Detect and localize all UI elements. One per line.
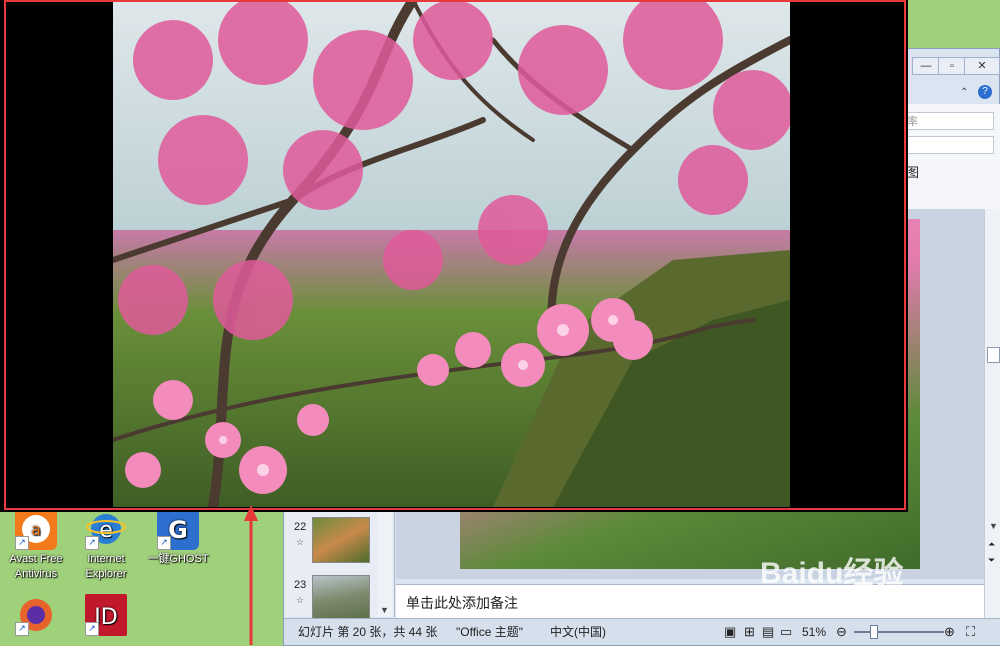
watermark: Baidu经验 jingyan.baidu.com (760, 548, 903, 610)
scroll-down-icon[interactable]: ▼ (989, 521, 998, 531)
firefox-icon: ↗ (15, 594, 57, 636)
reading-view-icon[interactable]: ▤ (762, 619, 774, 645)
slide-thumbnail-image (312, 575, 370, 621)
zoom-out-icon[interactable]: ⊖ (836, 619, 847, 645)
slide-thumbnail-image (312, 517, 370, 563)
zoom-in-icon[interactable]: ⊕ (944, 619, 955, 645)
svg-text:a: a (31, 520, 41, 539)
watermark-url: jingyan.baidu.com (760, 596, 857, 610)
help-icon[interactable]: ? (978, 85, 992, 99)
close-button[interactable]: ✕ (964, 57, 1000, 75)
vertical-scrollbar[interactable]: ▼ ⏶ ⏷ (984, 209, 1000, 619)
scroll-down-icon[interactable]: ▼ (380, 605, 389, 615)
desktop-icon-ghost[interactable]: G ↗ 一键GHOST (138, 508, 218, 567)
notes-placeholder: 单击此处添加备注 (406, 595, 518, 611)
pane-scrollbar[interactable]: ▼ (378, 509, 392, 617)
slide-number: 23 (294, 579, 307, 591)
scroll-thumb[interactable] (987, 347, 1000, 363)
indesign-icon: ID ↗ (85, 594, 127, 636)
zoom-level[interactable]: 51% (802, 619, 826, 645)
ribbon-collapse-icon[interactable]: ⌃ (960, 87, 968, 98)
zoom-thumb[interactable] (870, 625, 878, 639)
desktop-icon-label: Avast Free Antivirus (9, 553, 63, 580)
desktop-icon-firefox[interactable]: ↗ (0, 594, 76, 638)
desktop-icon-label: Internet Explorer (85, 553, 127, 580)
slideshow-icon[interactable]: ▭ (780, 619, 792, 645)
svg-text:G: G (168, 516, 188, 544)
status-theme: "Office 主题" (456, 625, 523, 639)
transition-star-icon: ☆ (296, 537, 305, 547)
ribbon-partial: 率 图 (904, 104, 1000, 210)
image-viewer[interactable] (0, 0, 908, 512)
minimize-button[interactable]: — (912, 57, 940, 75)
desktop-icon-indesign[interactable]: ID ↗ (66, 594, 146, 638)
desktop-icon-ie[interactable]: e ↗ Internet Explorer (66, 508, 146, 582)
desktop-icon-label: 一键GHOST (147, 553, 209, 565)
transition-star-icon: ☆ (296, 595, 305, 605)
peach-blossom-photo (113, 0, 790, 507)
fit-window-icon[interactable]: ⛶ (966, 619, 975, 645)
status-language[interactable]: 中文(中国) (550, 619, 606, 645)
desktop-icon-avast[interactable]: a ↗ Avast Free Antivirus (0, 508, 76, 582)
arrow-up-icon (244, 505, 258, 645)
prev-slide-icon[interactable]: ⏶ (988, 539, 995, 550)
zoom-slider[interactable] (854, 631, 944, 633)
ribbon-dropdown[interactable] (904, 136, 994, 154)
status-slide-count: 幻灯片 第 20 张，共 44 张 (298, 625, 438, 639)
ie-icon: e ↗ (85, 508, 127, 550)
maximize-button[interactable]: ▫ (938, 57, 966, 75)
slide-thumbnail[interactable]: 22 ☆ (290, 517, 388, 567)
avast-icon: a ↗ (15, 508, 57, 550)
status-bar: 幻灯片 第 20 张，共 44 张 "Office 主题" 中文(中国) ▣ ⊞… (284, 618, 1000, 645)
slide-number: 22 (294, 521, 307, 533)
next-slide-icon[interactable]: ⏷ (988, 555, 995, 566)
normal-view-icon[interactable]: ▣ (724, 619, 736, 645)
watermark-brand: Baidu经验 (760, 557, 904, 590)
ribbon-dropdown[interactable]: 率 (904, 112, 994, 130)
ghost-icon: G ↗ (157, 508, 199, 550)
ribbon-field-text: 率 (907, 116, 918, 128)
slide-sorter-icon[interactable]: ⊞ (744, 619, 755, 645)
